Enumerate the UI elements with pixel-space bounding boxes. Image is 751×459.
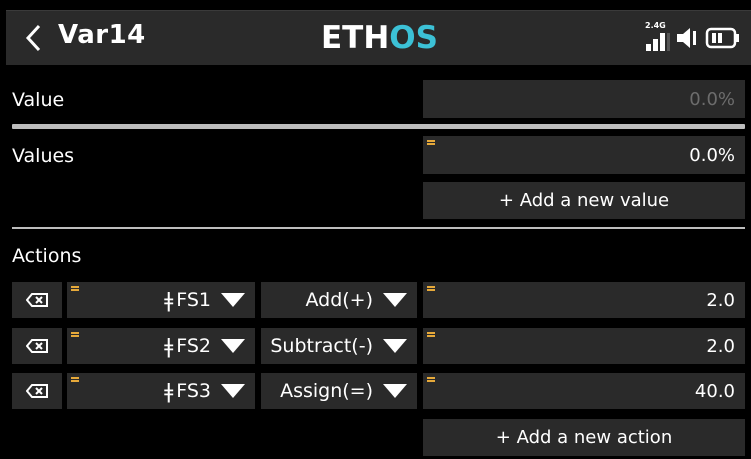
action-source-dropdown[interactable]: ǂ FS1 xyxy=(67,282,255,318)
action-operation-dropdown[interactable]: Subtract(-) xyxy=(261,328,417,364)
function-switch-icon: ǂ xyxy=(164,334,174,358)
action-operation-dropdown[interactable]: Add(+) xyxy=(261,282,417,318)
edit-marker-icon xyxy=(427,377,435,384)
delete-action-button[interactable] xyxy=(12,328,62,364)
dropdown-arrow-icon xyxy=(221,339,245,353)
action-operation-value: Add(+) xyxy=(305,289,373,311)
values-field[interactable]: 0.0% xyxy=(423,136,745,174)
signal-icon: 2.4G xyxy=(645,21,671,52)
dropdown-arrow-icon xyxy=(221,384,245,398)
action-value: 40.0 xyxy=(694,380,735,402)
delete-icon xyxy=(26,339,48,353)
values-label: Values xyxy=(12,145,75,167)
delete-action-button[interactable] xyxy=(12,373,62,409)
delete-icon xyxy=(26,293,48,307)
chevron-left-icon xyxy=(25,24,41,52)
edit-marker-icon xyxy=(427,286,435,293)
section-divider-2 xyxy=(12,227,745,229)
logo-primary: ETH xyxy=(321,20,390,56)
action-operation-value: Subtract(-) xyxy=(270,335,373,357)
action-source-value: FS2 xyxy=(176,335,211,357)
page-title: Var14 xyxy=(58,20,146,50)
action-value: 2.0 xyxy=(706,335,735,357)
action-value-field[interactable]: 2.0 xyxy=(423,282,745,318)
value-field: 0.0% xyxy=(423,80,745,118)
dropdown-arrow-icon xyxy=(383,293,407,307)
edit-marker-icon xyxy=(71,332,79,339)
delete-icon xyxy=(26,384,48,398)
logo-accent: OS xyxy=(389,20,438,56)
function-switch-icon: ǂ xyxy=(164,379,174,403)
action-source-dropdown[interactable]: ǂ FS2 xyxy=(67,328,255,364)
edit-marker-icon xyxy=(427,140,435,147)
edit-marker-icon xyxy=(427,332,435,339)
action-source-value: FS1 xyxy=(176,289,211,311)
section-divider xyxy=(12,124,745,129)
value-label: Value xyxy=(12,89,65,111)
screen: Var14 ETH OS 2.4G Value 0.0% Values 0.0%… xyxy=(0,0,751,459)
battery-icon xyxy=(705,27,739,49)
dropdown-arrow-icon xyxy=(221,293,245,307)
dropdown-arrow-icon xyxy=(383,339,407,353)
action-operation-dropdown[interactable]: Assign(=) xyxy=(261,373,417,409)
action-value: 2.0 xyxy=(706,289,735,311)
values-field-value: 0.0% xyxy=(689,144,735,166)
action-operation-value: Assign(=) xyxy=(280,380,373,402)
dropdown-arrow-icon xyxy=(383,384,407,398)
status-icons: 2.4G xyxy=(645,21,741,52)
delete-action-button[interactable] xyxy=(12,282,62,318)
edit-marker-icon xyxy=(71,286,79,293)
add-value-button[interactable]: + Add a new value xyxy=(423,182,745,219)
action-source-dropdown[interactable]: ǂ FS3 xyxy=(67,373,255,409)
actions-label: Actions xyxy=(12,245,82,267)
action-source-value: FS3 xyxy=(176,380,211,402)
volume-icon xyxy=(677,28,696,48)
ethos-logo: ETH OS xyxy=(321,20,438,56)
action-value-field[interactable]: 2.0 xyxy=(423,328,745,364)
function-switch-icon: ǂ xyxy=(164,288,174,312)
edit-marker-icon xyxy=(71,377,79,384)
title-bar: Var14 ETH OS 2.4G xyxy=(6,10,751,65)
back-button[interactable] xyxy=(18,22,48,54)
action-value-field[interactable]: 40.0 xyxy=(423,373,745,409)
add-action-button[interactable]: + Add a new action xyxy=(423,419,745,456)
